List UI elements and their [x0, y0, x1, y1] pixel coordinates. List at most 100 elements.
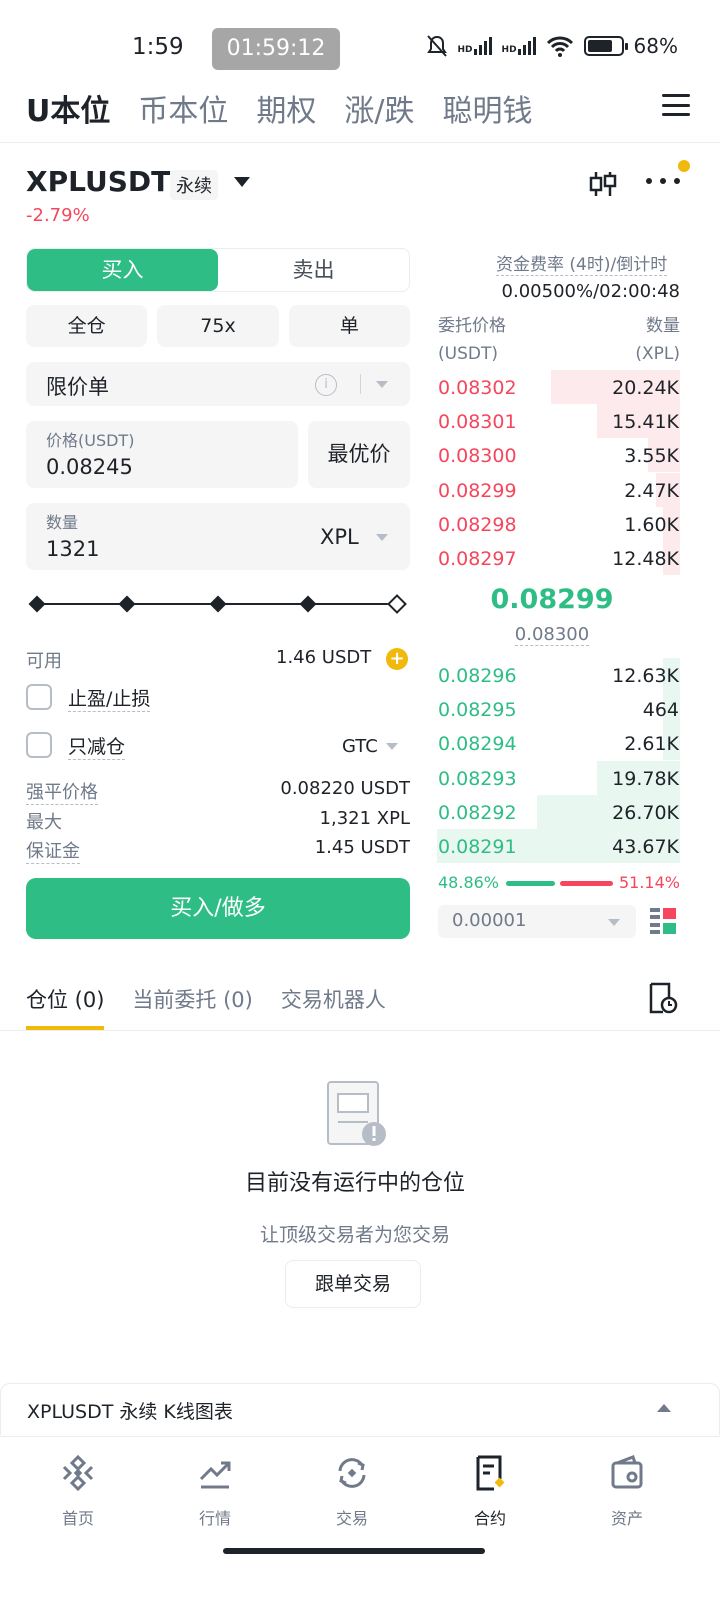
add-funds-icon[interactable]: + — [386, 648, 408, 670]
price-input[interactable]: 价格(USDT) 0.08245 — [26, 421, 298, 488]
liquidation-row: 强平价格 0.08220 USDT — [26, 778, 410, 805]
slider-node-50[interactable] — [209, 595, 227, 613]
funding-rate-value: 0.00500%/02:00:48 — [501, 281, 680, 302]
bid-price: 0.08292 — [438, 801, 517, 824]
futures-document-icon — [476, 1455, 505, 1491]
divider — [0, 142, 720, 143]
ask-row[interactable]: 0.08300 3.55K — [437, 438, 680, 473]
ask-row[interactable]: 0.08302 20.24K — [437, 370, 680, 404]
bid-quantity: 19.78K — [612, 767, 679, 790]
tab-usdm[interactable]: U本位 — [26, 86, 110, 130]
ask-row[interactable]: 0.08297 12.48K — [437, 541, 680, 575]
slider-node-25[interactable] — [118, 595, 136, 613]
tab-trading-bots[interactable]: 交易机器人 — [281, 984, 386, 1030]
orderbook-price-header: 委托价格 (USDT) — [438, 316, 506, 364]
best-price-button[interactable]: 最优价 — [308, 421, 410, 488]
reduce-only-label[interactable]: 只减仓 — [68, 732, 126, 760]
price-input-value[interactable]: 0.08245 — [46, 455, 133, 479]
tab-coinm[interactable]: 币本位 — [138, 86, 228, 130]
margin-label[interactable]: 保证金 — [26, 837, 80, 864]
symbol-name[interactable]: XPLUSDT — [26, 165, 170, 198]
tab-smart-money[interactable]: 聪明钱 — [442, 86, 532, 130]
bid-row[interactable]: 0.08296 12.63K — [437, 658, 680, 692]
funding-rate-label[interactable]: 资金费率 (4时)/倒计时 — [496, 250, 668, 276]
quantity-input-value[interactable]: 1321 — [46, 537, 99, 561]
info-icon[interactable]: i — [315, 374, 337, 396]
tpsl-label[interactable]: 止盈/止损 — [68, 684, 151, 712]
tab-positions[interactable]: 仓位 (0) — [26, 984, 105, 1030]
sell-tab[interactable]: 卖出 — [218, 249, 409, 291]
exchange-icon — [338, 1458, 366, 1488]
mark-price[interactable]: 0.08300 — [438, 624, 666, 646]
quantity-slider[interactable] — [28, 594, 408, 614]
tab-updown[interactable]: 涨/跌 — [344, 86, 414, 130]
ask-quantity: 2.47K — [624, 479, 679, 502]
top-nav: U本位 币本位 期权 涨/跌 聪明钱 — [26, 86, 532, 130]
slider-node-75[interactable] — [299, 595, 317, 613]
candlestick-chart-icon[interactable] — [588, 170, 618, 198]
tab-options[interactable]: 期权 — [256, 86, 316, 130]
more-icon[interactable] — [646, 178, 680, 188]
bid-price: 0.08293 — [438, 767, 517, 790]
nav-futures-label: 合约 — [473, 1509, 506, 1528]
orderbook-qty-header: 数量 (XPL) — [635, 316, 680, 364]
signal-icon-2: HD — [502, 37, 536, 55]
empty-state-subtitle: 让顶级交易者为您交易 — [259, 1224, 450, 1246]
bid-row[interactable]: 0.08292 26.70K — [437, 794, 680, 829]
nav-home[interactable]: 首页 — [38, 1453, 118, 1529]
bid-row[interactable]: 0.08291 43.67K — [437, 829, 680, 863]
menu-icon[interactable] — [662, 94, 690, 116]
ask-quantity: 20.24K — [612, 377, 679, 399]
bid-row[interactable]: 0.08294 2.61K — [437, 726, 680, 761]
orderbook-layout-icon[interactable] — [650, 908, 676, 934]
leverage-button[interactable]: 75x — [157, 305, 279, 347]
buy-long-button[interactable]: 买入/做多 — [26, 878, 410, 939]
ask-price: 0.08300 — [438, 445, 517, 468]
liquidation-value: 0.08220 USDT — [280, 778, 410, 799]
liquidation-label[interactable]: 强平价格 — [26, 778, 98, 805]
ask-row[interactable]: 0.08301 15.41K — [437, 404, 680, 439]
bid-quantity: 464 — [642, 699, 679, 722]
ask-price: 0.08298 — [438, 513, 517, 536]
quantity-input-label: 数量 — [46, 513, 79, 532]
nav-trade[interactable]: 交易 — [312, 1453, 392, 1529]
kline-chart-bar[interactable]: XPLUSDT 永续 K线图表 — [0, 1383, 720, 1435]
reduce-only-checkbox[interactable] — [26, 732, 52, 758]
margin-mode-button[interactable]: 全仓 — [26, 305, 148, 347]
symbol-dropdown-icon[interactable] — [234, 177, 250, 187]
slider-node-0[interactable] — [28, 595, 46, 613]
time-in-force-select[interactable]: GTC — [342, 736, 398, 757]
ask-price: 0.08297 — [438, 548, 517, 570]
nav-futures[interactable]: 合约 — [450, 1453, 530, 1529]
buy-tab[interactable]: 买入 — [27, 249, 218, 291]
ask-quantity: 1.60K — [624, 513, 679, 536]
ask-quantity: 12.48K — [612, 548, 679, 570]
last-price[interactable]: 0.08299 — [438, 584, 666, 615]
kline-chart-label: XPLUSDT 永续 K线图表 — [27, 1401, 233, 1423]
chevron-up-icon — [657, 1404, 671, 1412]
chevron-down-icon — [608, 919, 620, 926]
tab-open-orders[interactable]: 当前委托 (0) — [132, 984, 252, 1030]
bid-quantity: 26.70K — [612, 801, 679, 824]
sell-ratio: 51.14% — [618, 873, 680, 892]
nav-assets[interactable]: 资产 — [587, 1453, 667, 1529]
quantity-input[interactable]: 数量 1321 XPL — [26, 503, 410, 570]
tpsl-checkbox[interactable] — [26, 684, 52, 710]
nav-markets[interactable]: 行情 — [175, 1453, 255, 1529]
order-history-icon[interactable] — [648, 982, 678, 1014]
copy-trading-button[interactable]: 跟单交易 — [285, 1260, 421, 1308]
max-row: 最大 1,321 XPL — [26, 808, 410, 834]
order-type-select[interactable]: 限价单 i — [26, 362, 410, 406]
ask-row[interactable]: 0.08298 1.60K — [437, 506, 680, 541]
precision-select[interactable]: 0.00001 — [438, 905, 636, 938]
bid-row[interactable]: 0.08295 464 — [437, 692, 680, 727]
status-timer-pill[interactable]: 01:59:12 — [212, 28, 340, 70]
bid-quantity: 12.63K — [612, 665, 679, 687]
ask-row[interactable]: 0.08299 2.47K — [437, 472, 680, 507]
position-mode-button[interactable]: 单 — [288, 305, 410, 347]
bid-row[interactable]: 0.08293 19.78K — [437, 760, 680, 795]
sell-ratio-bar — [560, 881, 613, 886]
bid-quantity: 43.67K — [612, 836, 679, 858]
quantity-unit-select[interactable]: XPL — [320, 525, 359, 549]
slider-node-100[interactable] — [387, 594, 407, 614]
